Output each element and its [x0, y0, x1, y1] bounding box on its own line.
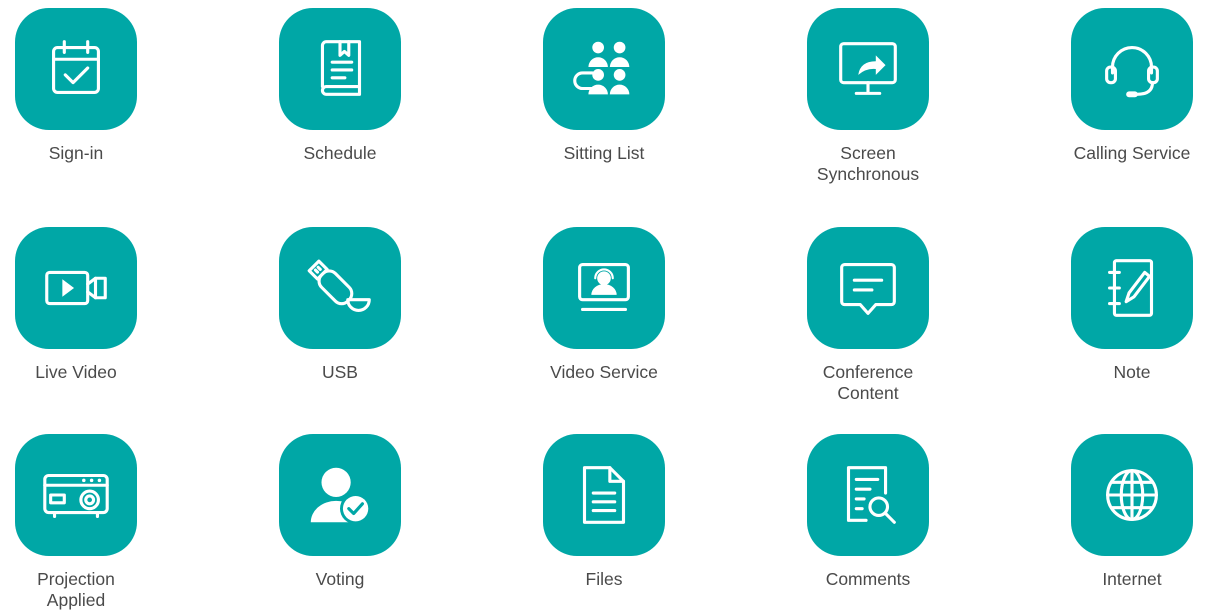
video-camera-icon — [45, 270, 107, 306]
app-tile[interactable] — [279, 8, 401, 130]
app-label: Internet — [1102, 569, 1162, 589]
document-icon — [582, 466, 626, 524]
app-conference-content[interactable]: Conference Content — [768, 227, 968, 404]
app-label: Schedule — [303, 143, 377, 163]
app-label: Sitting List — [563, 143, 645, 163]
app-tile[interactable] — [15, 434, 137, 556]
app-label: USB — [322, 362, 358, 382]
user-check-icon — [310, 467, 372, 525]
app-label: Note — [1113, 362, 1151, 382]
app-label: Voting — [315, 569, 365, 589]
app-projection-applied[interactable]: Projection Applied — [0, 434, 176, 611]
app-sign-in[interactable]: Sign-in — [0, 8, 176, 164]
app-live-video[interactable]: Live Video — [0, 227, 176, 383]
app-label: Live Video — [35, 362, 117, 382]
notepad-pen-icon — [1108, 259, 1154, 317]
app-voting[interactable]: Voting — [240, 434, 440, 590]
app-label: Video Service — [550, 362, 658, 382]
usb-drive-icon — [307, 259, 371, 312]
app-tile[interactable] — [1071, 434, 1193, 556]
app-comments[interactable]: Comments — [768, 434, 968, 590]
globe-icon — [1106, 469, 1158, 521]
book-icon — [320, 40, 362, 96]
app-label: Conference Content — [822, 362, 914, 403]
app-tile[interactable] — [279, 434, 401, 556]
chat-bubble-icon — [840, 263, 896, 315]
projector-icon — [43, 473, 109, 519]
app-screen-synchronous[interactable]: Screen Synchronous — [768, 8, 968, 185]
app-video-service[interactable]: Video Service — [504, 227, 704, 383]
app-tile[interactable] — [279, 227, 401, 349]
app-schedule[interactable]: Schedule — [240, 8, 440, 164]
app-sitting-list[interactable]: Sitting List — [504, 8, 704, 164]
app-note[interactable]: Note — [1032, 227, 1209, 383]
app-grid: Sign-in Schedule Sitting List Screen Syn… — [0, 0, 1209, 613]
seating-people-icon — [573, 41, 630, 95]
app-label: Sign-in — [48, 143, 104, 163]
app-tile[interactable] — [543, 227, 665, 349]
calendar-check-icon — [52, 40, 100, 94]
app-tile[interactable] — [15, 8, 137, 130]
headset-icon — [1105, 46, 1159, 98]
monitor-share-icon — [839, 42, 897, 95]
app-tile[interactable] — [807, 434, 929, 556]
app-label: Calling Service — [1073, 143, 1191, 163]
app-tile[interactable] — [807, 227, 929, 349]
app-tile[interactable] — [807, 8, 929, 130]
video-service-monitor-icon — [578, 263, 630, 312]
app-tile[interactable] — [1071, 8, 1193, 130]
app-calling-service[interactable]: Calling Service — [1032, 8, 1209, 164]
app-tile[interactable] — [15, 227, 137, 349]
app-tile[interactable] — [1071, 227, 1193, 349]
app-tile[interactable] — [543, 8, 665, 130]
app-files[interactable]: Files — [504, 434, 704, 590]
app-usb[interactable]: USB — [240, 227, 440, 383]
app-label: Files — [585, 569, 623, 589]
app-internet[interactable]: Internet — [1032, 434, 1209, 590]
app-label: Comments — [825, 569, 911, 589]
app-label: Screen Synchronous — [816, 143, 920, 184]
app-tile[interactable] — [543, 434, 665, 556]
document-search-icon — [846, 466, 896, 524]
app-label: Projection Applied — [37, 569, 115, 610]
